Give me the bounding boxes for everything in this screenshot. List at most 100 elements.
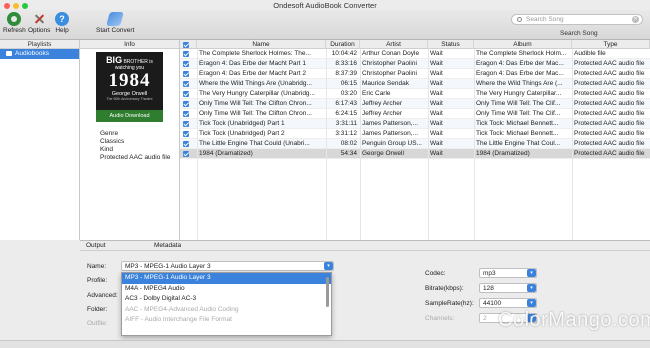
row-checkbox[interactable]: [183, 51, 189, 57]
table-row[interactable]: Only Time Will Tell: The Clifton Chron..…: [180, 109, 650, 119]
options-label: Options: [28, 27, 51, 34]
samplerate-select[interactable]: 44100 ▾: [479, 298, 537, 308]
cell-status: Wait: [430, 100, 443, 107]
cell-status: Wait: [430, 60, 443, 67]
cell-type: Protected AAC audio file: [574, 120, 645, 127]
cell-name: The Complete Sherlock Holmes: The...: [199, 50, 311, 57]
kind-value: Protected AAC audio file: [100, 154, 171, 161]
cell-artist: George Orwell: [362, 150, 404, 157]
row-checkbox[interactable]: [183, 141, 189, 147]
cell-name: Tick Tock (Unabridged) Part 2: [199, 130, 285, 137]
table-row[interactable]: Tick Tock (Unabridged) Part 2 3:31:12 Jame…: [180, 129, 650, 139]
row-checkbox[interactable]: [183, 61, 189, 67]
format-option[interactable]: AAC - MPEG4-Advanced Audio Coding: [122, 305, 331, 316]
cell-type: Protected AAC audio file: [574, 70, 645, 77]
format-option[interactable]: MP3 - MPEG-1 Audio Layer 3: [122, 273, 331, 284]
column-header-artist[interactable]: Artist: [360, 40, 428, 49]
cell-duration: 8:37:39: [335, 70, 357, 77]
cell-status: Wait: [430, 130, 443, 137]
table-header: Name Duration Artist Status Album Type: [180, 40, 650, 49]
row-checkbox[interactable]: [183, 151, 189, 157]
row-checkbox[interactable]: [183, 71, 189, 77]
header-select-all[interactable]: [180, 40, 197, 49]
codec-select[interactable]: mp3 ▾: [479, 268, 537, 278]
table-row[interactable]: 1984 (Dramatized) 54:34 George Orwell Wait 1…: [180, 149, 650, 159]
cell-artist: Penguin Group US...: [362, 140, 422, 147]
bitrate-label: Bitrate(kbps):: [425, 285, 464, 292]
outfile-label: Outfile:: [87, 320, 108, 327]
table-row[interactable]: Eragon 4: Das Erbe der Macht Part 2 8:37:…: [180, 69, 650, 79]
cell-album: Where the Wild Things Are (...: [476, 80, 563, 87]
start-convert-button[interactable]: Start Convert: [96, 12, 134, 34]
status-bar: [0, 340, 650, 348]
sidebar-item-audiobooks[interactable]: Audiobooks: [0, 49, 79, 59]
cell-album: The Little Engine That Coul...: [476, 140, 561, 147]
bitrate-select[interactable]: 128 ▾: [479, 283, 537, 293]
table-row[interactable]: Only Time Will Tell: The Clifton Chron..…: [180, 99, 650, 109]
cell-type: Protected AAC audio file: [574, 90, 645, 97]
column-header-status[interactable]: Status: [428, 40, 474, 49]
row-checkbox[interactable]: [183, 81, 189, 87]
tab-metadata[interactable]: Metadata: [154, 242, 181, 249]
row-checkbox[interactable]: [183, 91, 189, 97]
tab-output[interactable]: Output: [86, 242, 106, 249]
format-option[interactable]: AIFF - Audio Interchange File Format: [122, 315, 331, 326]
cell-status: Wait: [430, 150, 443, 157]
settings-tabs: Output Metadata: [80, 241, 650, 251]
column-header-name[interactable]: Name: [197, 40, 326, 49]
cell-duration: 54:34: [340, 150, 357, 157]
chevron-down-icon: ▾: [527, 269, 536, 277]
cell-artist: Eric Carle: [362, 90, 391, 97]
cell-name: Eragon 4: Das Erbe der Macht Part 1: [199, 60, 306, 67]
refresh-icon: [7, 12, 22, 26]
table-row[interactable]: The Complete Sherlock Holmes: The... 10:0…: [180, 49, 650, 59]
cell-name: Tick Tock (Unabridged) Part 1: [199, 120, 285, 127]
format-option[interactable]: AC3 - Dolby Digital AC-3: [122, 294, 331, 305]
folder-label: Folder:: [87, 306, 108, 313]
row-checkbox[interactable]: [183, 101, 189, 107]
table-body: The Complete Sherlock Holmes: The... 10:0…: [180, 49, 650, 159]
cell-name: Only Time Will Tell: The Clifton Chron..…: [199, 110, 312, 117]
search-caption: Search Song: [560, 30, 598, 37]
table-row[interactable]: Tick Tock (Unabridged) Part 1 3:31:11 Jame…: [180, 119, 650, 129]
cell-type: Protected AAC audio file: [574, 100, 645, 107]
column-header-duration[interactable]: Duration: [326, 40, 360, 49]
options-button[interactable]: Options: [28, 12, 50, 34]
table-row[interactable]: Eragon 4: Das Erbe der Macht Part 1 8:33:…: [180, 59, 650, 69]
cell-type: Protected AAC audio file: [574, 130, 645, 137]
help-button[interactable]: ? Help: [55, 12, 69, 34]
cell-name: The Very Hungry Caterpillar (Unabridg...: [199, 90, 315, 97]
cell-status: Wait: [430, 90, 443, 97]
refresh-button[interactable]: Refresh: [3, 12, 26, 34]
search-placeholder: Search Song: [526, 16, 564, 23]
cell-type: Protected AAC audio file: [574, 140, 645, 147]
start-convert-label: Start Convert: [96, 27, 135, 34]
cell-duration: 3:31:12: [335, 130, 357, 137]
row-checkbox[interactable]: [183, 121, 189, 127]
row-checkbox[interactable]: [183, 131, 189, 137]
clear-search-icon[interactable]: ✕: [632, 16, 639, 23]
format-select[interactable]: MP3 - MPEG-1 Audio Layer 3 ▾: [121, 261, 334, 271]
cell-type: Protected AAC audio file: [574, 60, 645, 67]
cell-status: Wait: [430, 70, 443, 77]
options-tools-icon: [32, 12, 46, 26]
column-header-type[interactable]: Type: [572, 40, 650, 49]
table-row[interactable]: Where the Wild Things Are (Unabridg... 06…: [180, 79, 650, 89]
row-checkbox[interactable]: [183, 111, 189, 117]
table-row[interactable]: The Very Hungry Caterpillar (Unabridg...…: [180, 89, 650, 99]
column-header-album[interactable]: Album: [474, 40, 572, 49]
search-input[interactable]: Search Song ✕: [511, 14, 643, 25]
table-row[interactable]: The Little Engine That Could (Unabri... 0…: [180, 139, 650, 149]
format-option[interactable]: M4A - MPEG4 Audio: [122, 284, 331, 295]
codec-label: Codec:: [425, 270, 446, 277]
info-header: Info: [80, 40, 179, 49]
cell-duration: 03:20: [340, 90, 357, 97]
cell-artist: James Patterson,...: [362, 130, 418, 137]
select-all-checkbox[interactable]: [183, 42, 189, 48]
cell-duration: 8:33:16: [335, 60, 357, 67]
dropdown-scrollbar[interactable]: [326, 277, 329, 307]
cell-album: Only Time Will Tell: The Clif...: [476, 100, 561, 107]
playlist-icon: [6, 50, 12, 56]
cell-name: Only Time Will Tell: The Clifton Chron..…: [199, 100, 312, 107]
cell-album: The Complete Sherlock Holm...: [476, 50, 567, 57]
